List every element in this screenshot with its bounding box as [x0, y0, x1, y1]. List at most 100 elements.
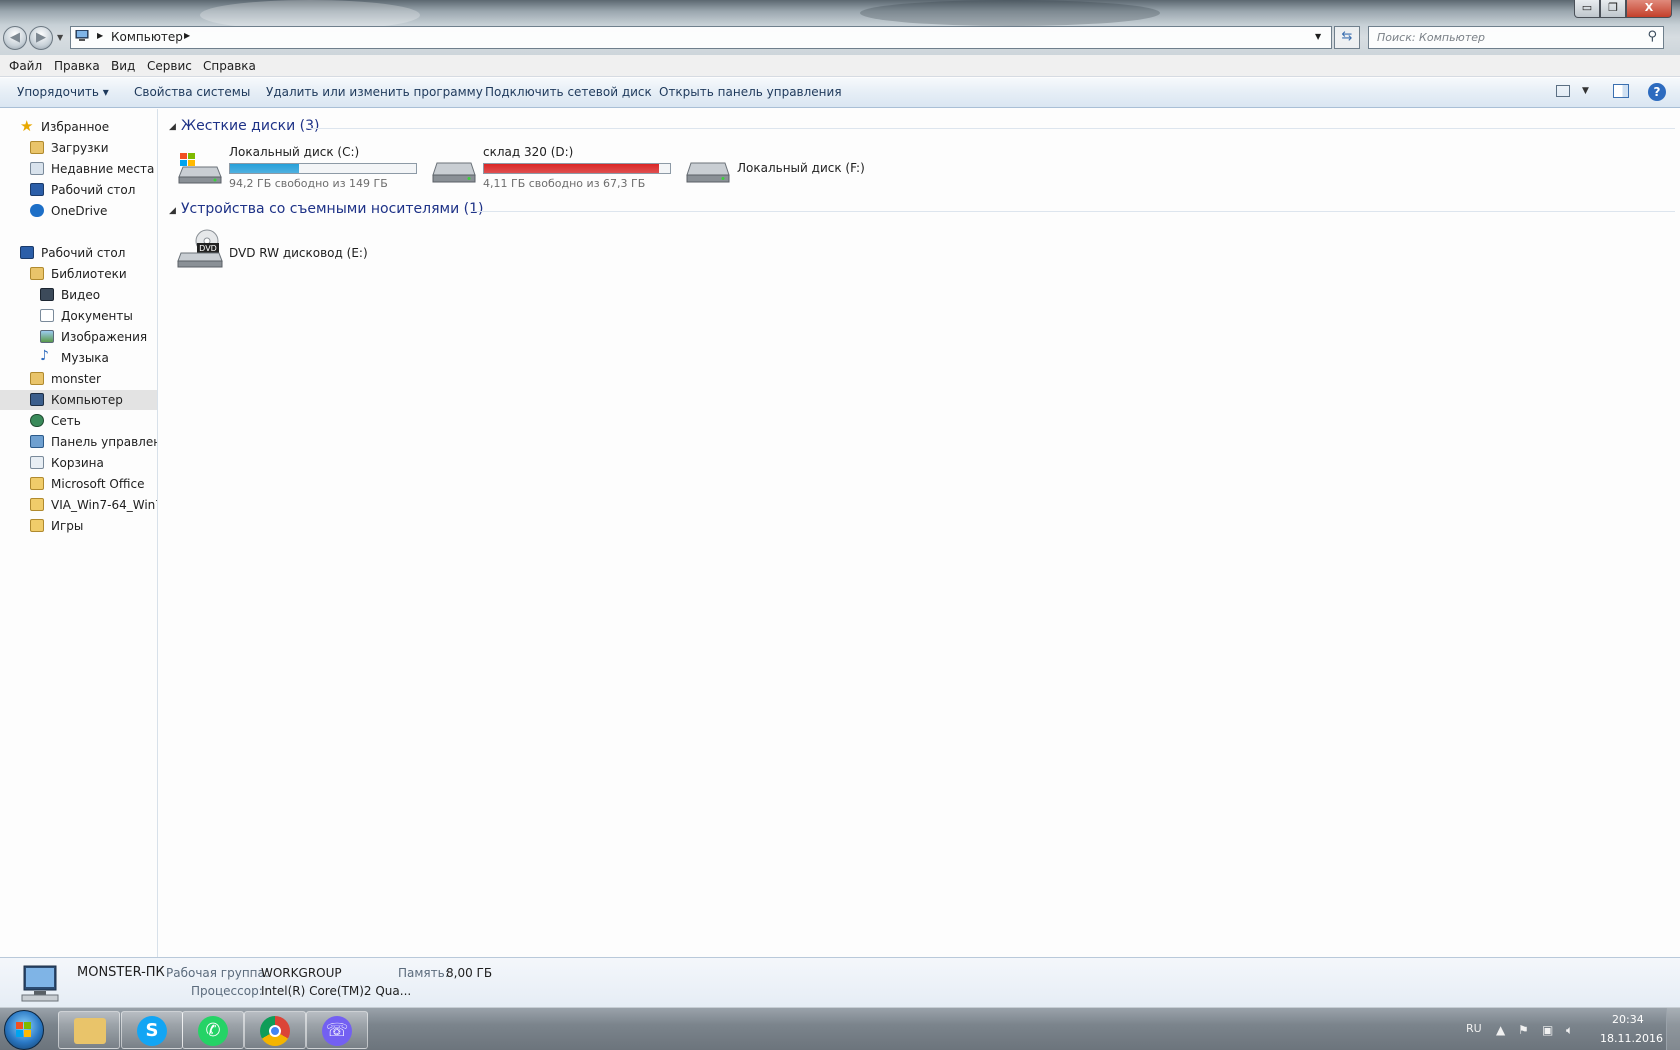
breadcrumb-chevron-icon[interactable]: ▶ [97, 31, 103, 40]
clock-date[interactable]: 18.11.2016 [1600, 1032, 1663, 1045]
hard-disk-windows-icon [177, 151, 223, 185]
nav-folder-games[interactable]: Игры [0, 516, 157, 536]
drive-d[interactable]: склад 320 (D:) 4,11 ГБ свободно из 67,3 … [431, 145, 681, 195]
search-input[interactable]: Поиск: Компьютер ⚲ [1368, 26, 1664, 49]
nav-recent-places[interactable]: Недавние места [0, 159, 157, 179]
user-folder-icon [30, 372, 44, 385]
navigation-pane: ★ Избранное Загрузки Недавние места Рабо… [0, 109, 158, 957]
pictures-icon [40, 330, 54, 343]
breadcrumb-computer[interactable]: Компьютер [111, 30, 183, 44]
nav-downloads[interactable]: Загрузки [0, 138, 157, 158]
nav-music[interactable]: ♪ Музыка [0, 348, 157, 368]
open-control-panel-button[interactable]: Открыть панель управления [659, 85, 842, 99]
nav-control-panel[interactable]: Панель управления [0, 432, 157, 452]
nav-recycle-bin[interactable]: Корзина [0, 453, 157, 473]
close-button[interactable]: X [1626, 0, 1672, 18]
tray-expand-icon[interactable]: ▲ [1496, 1023, 1505, 1037]
nav-label: OneDrive [51, 204, 108, 218]
computer-name: MONSTER-ПК [77, 965, 165, 980]
menu-edit[interactable]: Правка [54, 59, 100, 73]
uninstall-program-button[interactable]: Удалить или изменить программу [266, 85, 483, 99]
nav-network[interactable]: Сеть [0, 411, 157, 431]
view-dropdown-icon[interactable]: ▼ [1582, 86, 1589, 96]
nav-desktop[interactable]: Рабочий стол [0, 243, 157, 263]
nav-user-folder[interactable]: monster [0, 369, 157, 389]
history-dropdown-icon[interactable]: ▼ [57, 33, 63, 42]
nav-label: Недавние места [51, 162, 155, 176]
taskbar-skype[interactable]: S [121, 1011, 183, 1049]
group-header-hard-disks[interactable]: Жесткие диски (3) [181, 118, 319, 134]
nav-video[interactable]: Видео [0, 285, 157, 305]
star-icon: ★ [20, 117, 34, 135]
language-indicator[interactable]: RU [1466, 1022, 1482, 1035]
drive-name: Локальный диск (C:) [229, 145, 360, 159]
volume-icon[interactable]: 🔈︎ [1566, 1023, 1573, 1038]
folder-icon [30, 519, 44, 532]
nav-pictures[interactable]: Изображения [0, 327, 157, 347]
whatsapp-icon: ✆ [198, 1016, 228, 1046]
nav-label: monster [51, 372, 101, 386]
back-button[interactable]: ◀ [3, 26, 27, 50]
collapse-triangle-icon[interactable]: ◢ [169, 122, 176, 132]
nav-onedrive[interactable]: OneDrive [0, 201, 157, 221]
preview-pane-icon[interactable] [1613, 84, 1629, 98]
menu-tools[interactable]: Сервис [147, 59, 192, 73]
menu-help[interactable]: Справка [203, 59, 256, 73]
nav-computer[interactable]: Компьютер [0, 390, 157, 410]
nav-desktop-favorite[interactable]: Рабочий стол [0, 180, 157, 200]
system-properties-button[interactable]: Свойства системы [134, 85, 250, 99]
nav-label: Библиотеки [51, 267, 127, 281]
breadcrumb-chevron-icon[interactable]: ▶ [184, 31, 190, 40]
nav-label: VIA_Win7-64_Win7_V [51, 498, 157, 512]
drive-free-space: 4,11 ГБ свободно из 67,3 ГБ [483, 177, 646, 190]
libraries-icon [30, 267, 44, 280]
taskbar-explorer[interactable] [58, 1011, 120, 1049]
address-dropdown-icon[interactable]: ▼ [1315, 32, 1321, 41]
group-header-removable[interactable]: Устройства со съемными носителями (1) [181, 201, 483, 217]
drive-e[interactable]: DVD DVD RW дисковод (E:) [177, 227, 397, 277]
show-desktop-button[interactable] [1666, 1008, 1680, 1050]
search-icon[interactable]: ⚲ [1647, 29, 1657, 44]
taskbar-whatsapp[interactable]: ✆ [182, 1011, 244, 1049]
taskbar-chrome[interactable] [244, 1011, 306, 1049]
windows-logo-icon [16, 1022, 31, 1037]
window-titlebar: ▭ ❐ X ◀ ▶ ▼ ▶ Компьютер ▶ ▼ ⇆ Поиск: Ком… [0, 0, 1680, 62]
organize-button[interactable]: Упорядочить ▾ [17, 85, 109, 99]
music-icon: ♪ [40, 348, 49, 364]
drive-usage-fill [484, 164, 659, 173]
address-bar[interactable]: ▶ Компьютер ▶ ▼ [70, 26, 1332, 49]
memory-label: Память: [398, 966, 449, 980]
nav-label: Панель управления [51, 435, 157, 449]
start-button[interactable] [4, 1010, 44, 1050]
network-tray-icon[interactable]: ▣ [1542, 1023, 1553, 1037]
nav-favorites[interactable]: ★ Избранное [0, 117, 157, 137]
nav-folder-via[interactable]: VIA_Win7-64_Win7_V [0, 495, 157, 515]
dvd-badge: DVD [199, 244, 217, 253]
clock-time[interactable]: 20:34 [1612, 1013, 1644, 1026]
collapse-triangle-icon[interactable]: ◢ [169, 206, 176, 216]
nav-libraries[interactable]: Библиотеки [0, 264, 157, 284]
help-icon[interactable]: ? [1648, 83, 1666, 101]
action-center-flag-icon[interactable]: ⚑ [1518, 1023, 1529, 1037]
minimize-button[interactable]: ▭ [1574, 0, 1600, 18]
drive-f[interactable]: Локальный диск (F:) [685, 145, 885, 195]
refresh-button[interactable]: ⇆ [1334, 26, 1360, 49]
nav-label: Рабочий стол [41, 246, 126, 260]
hard-disk-icon [685, 151, 731, 185]
taskbar-viber[interactable]: ☏ [306, 1011, 368, 1049]
nav-folder-office[interactable]: Microsoft Office [0, 474, 157, 494]
map-network-drive-button[interactable]: Подключить сетевой диск [485, 85, 652, 99]
menu-file[interactable]: Файл [9, 59, 42, 73]
maximize-button[interactable]: ❐ [1600, 0, 1626, 18]
hard-disk-icon [431, 151, 477, 185]
onedrive-icon [30, 204, 44, 217]
forward-button[interactable]: ▶ [29, 26, 53, 50]
nav-label: Корзина [51, 456, 104, 470]
nav-documents[interactable]: Документы [0, 306, 157, 326]
menu-view[interactable]: Вид [111, 59, 135, 73]
drive-c[interactable]: Локальный диск (C:) 94,2 ГБ свободно из … [177, 145, 427, 195]
nav-label: Сеть [51, 414, 81, 428]
drive-usage-fill [230, 164, 299, 173]
change-view-icon[interactable] [1556, 85, 1570, 97]
nav-label: Загрузки [51, 141, 109, 155]
